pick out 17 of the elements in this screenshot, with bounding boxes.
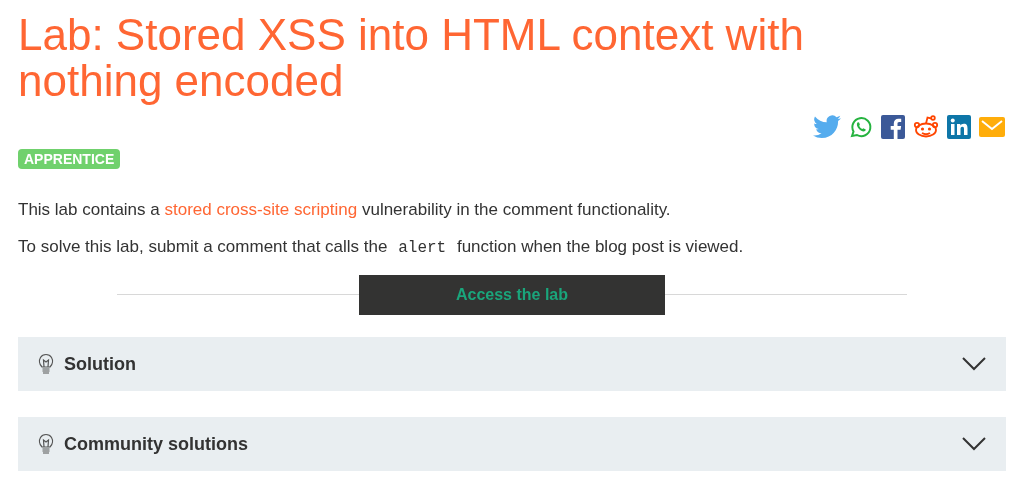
mail-icon[interactable]: [979, 117, 1005, 137]
task-text: To solve this lab, submit a comment that calls the alert function when the blog post is viewed.: [18, 236, 745, 259]
chevron-icon: [962, 357, 986, 371]
chevron-icon: [962, 437, 986, 451]
accordion-header[interactable]: Community solutions: [18, 417, 1006, 471]
linkedin-icon[interactable]: [947, 115, 971, 139]
alien-icon[interactable]: [913, 115, 939, 139]
page-title: Lab: Stored XSS into HTML context with nothing encoded: [18, 9, 805, 104]
lightbulb-icon: [38, 433, 54, 455]
lightbulb-icon: [38, 353, 54, 375]
accordion-header[interactable]: Solution: [18, 337, 1006, 391]
access-lab-button[interactable]: Access the lab: [359, 275, 665, 315]
level-badge: APPRENTICE: [18, 149, 121, 169]
facebook-icon[interactable]: [881, 115, 905, 139]
bird-icon[interactable]: [813, 115, 841, 139]
description-text: This lab contains a stored cross-site scripting vulnerability in the comment functionality.: [18, 199, 672, 221]
chat-phone-icon[interactable]: [849, 115, 873, 139]
